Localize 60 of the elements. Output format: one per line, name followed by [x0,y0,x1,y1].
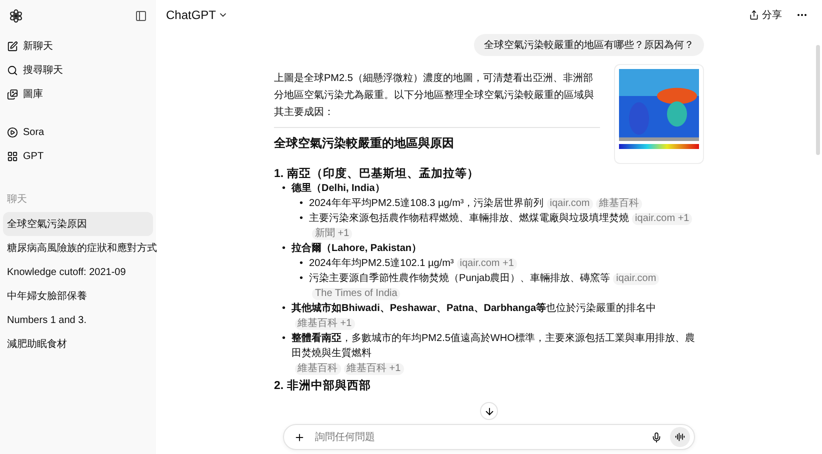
list-item-text: 污染主要源自季節性農作物焚燒（Punjab農田）、車輛排放、磚窯等 [309,272,610,286]
plus-icon [294,432,305,442]
list-marker: • [282,332,286,346]
source-link[interactable]: iqair.com [613,273,660,285]
section-heading: 1. 南亞（印度、巴基斯坦、孟加拉等） [274,166,479,181]
user-message: 全球空氣污染較嚴重的地區有哪些？原因為何？ [474,34,704,56]
list-item-text: 整體看南亞，多數城市的年均PM2.5值遠高於WHO標準，主要來源包括工業與車用排放、農田焚燒與生質燃料 [292,332,696,361]
list-marker: • [300,197,304,211]
share-icon [749,10,759,20]
list-marker: • [282,302,286,316]
sidebar-toggle-icon[interactable] [135,10,147,22]
list-item-text: 其他城市如Bhiwadi、Peshawar、Patna、Darbhanga等也位於污染嚴重的排名中 [292,301,656,316]
grid-icon [7,150,18,162]
voice-button[interactable] [670,427,690,447]
share-button[interactable]: 分享 [747,6,784,24]
images-icon [7,88,18,100]
new-chat-icon [7,40,18,52]
scroll-down-button[interactable] [480,402,498,420]
source-link[interactable]: 維基百科 [596,198,642,210]
list-item-text: 德里（Delhi, India） [292,182,385,196]
source-link[interactable]: 維基百科 +1 [294,318,355,330]
list-marker: • [282,182,286,196]
play-icon [7,126,18,138]
sidebar-item[interactable]: 圖庫 [3,82,153,106]
list-marker: • [300,272,304,286]
list-item-text: 2024年年均PM2.5達102.1 µg/m³ [309,256,454,271]
source-link[interactable]: 維基百科 +1 [344,363,404,375]
list-item-text: 拉合爾（Lahore, Pakistan） [292,242,422,256]
audio-wave-icon [675,432,685,442]
sidebar-item[interactable]: GPT [3,144,153,168]
chat-history-item[interactable]: Knowledge cutoff: 2021-09 [3,260,153,284]
source-link[interactable]: 新聞 +1 [312,228,352,240]
source-link[interactable]: 維基百科 [294,363,341,375]
sidebar-item[interactable]: Sora [3,120,153,144]
chat-history-item[interactable]: Numbers 1 and 3. [3,308,153,332]
source-link[interactable]: iqair.com +1 [456,258,517,270]
model-selector[interactable]: ChatGPT [164,6,230,24]
logo-icon [9,9,23,23]
list-marker: • [300,212,304,226]
source-link[interactable]: iqair.com +1 [632,213,692,225]
search-icon [7,64,18,76]
arrow-down-icon [484,406,494,416]
microphone-icon [651,432,662,442]
list-marker: • [282,242,286,256]
section-heading: 2. 非洲中部與西部 [274,378,371,393]
chat-history-item[interactable]: 減肥助眠食材 [3,332,153,356]
chat-history-item[interactable]: 中年婦女臉部保養 [3,284,153,308]
chat-history-item[interactable]: 全球空氣污染原因 [3,212,153,236]
sidebar-item[interactable]: 搜尋聊天 [3,58,153,82]
list-item-text: 2024年年平均PM2.5達108.3 µg/m³，污染居世界前列 [309,196,544,211]
answer-paragraph: 上圖是全球PM2.5（細懸浮微粒）濃度的地圖，可清楚看出亞洲、非洲部分地區空氣污染尤為嚴重。以下分地區整理全球空氣污染較嚴重的區域與其主要成因： [274,72,595,120]
list-item-text: 主要污染來源包括農作物秸稈燃燒、車輛排放、燃煤電廠與垃圾填埋焚燒 [309,212,630,226]
sidebar-item[interactable]: 新聊天 [3,34,153,58]
source-link[interactable]: iqair.com [546,198,593,210]
section-title: 聊天 [6,193,28,207]
message-input[interactable]: 詢問任何問題 [313,430,643,444]
message-field[interactable]: 詢問任何問題 [283,424,695,450]
answer-heading: 全球空氣污染較嚴重的地區與原因 [274,135,455,152]
list-marker: • [300,257,304,271]
source-link[interactable]: The Times of India [312,288,400,300]
